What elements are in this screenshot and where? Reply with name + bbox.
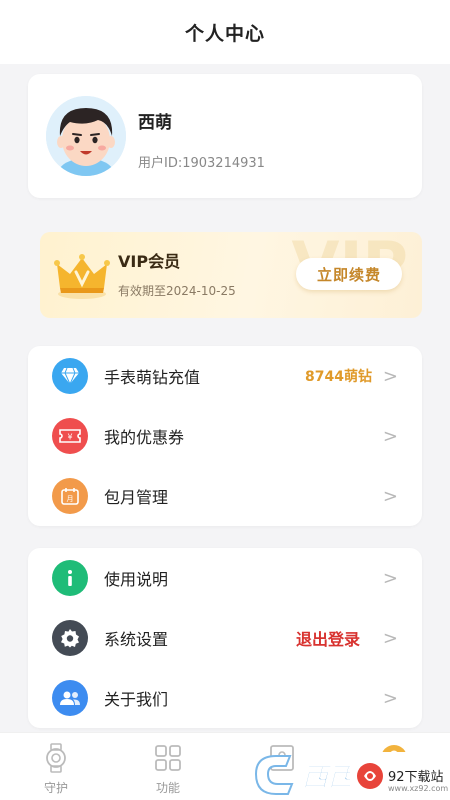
tab-label: 功能 (155, 781, 180, 795)
menu-item-recharge[interactable]: 手表萌钻充值 8744萌钻 > (28, 346, 422, 406)
svg-text:月: 月 (67, 495, 74, 503)
menu-item-label: 关于我们 (104, 690, 169, 709)
renew-button[interactable]: 立即续费 (296, 258, 402, 290)
menu-item-monthly[interactable]: 月 包月管理 > (28, 466, 422, 526)
menu-item-label: 包月管理 (104, 488, 169, 507)
menu-item-settings[interactable]: 系统设置 退出登录 > (28, 608, 422, 668)
coupon-icon: ¥ (52, 418, 88, 454)
menu-item-label: 系统设置 (104, 630, 169, 649)
user-id: 用户ID:1903214931 (138, 156, 265, 171)
calendar-icon: 月 (52, 478, 88, 514)
profile-card[interactable] (28, 74, 422, 198)
tab-label: 守护 (43, 781, 68, 795)
diamond-icon (52, 358, 88, 394)
wallet-menu-card: 手表萌钻充值 8744萌钻 > ¥ 我的优惠券 > 月 包月管理 > (28, 346, 422, 526)
chevron-right-icon: > (382, 627, 398, 649)
logout-button[interactable]: 退出登录 (296, 626, 360, 650)
boy-avatar-icon[interactable] (46, 96, 126, 176)
gear-icon (52, 620, 88, 656)
watermark-badge: 92下载站 www.xz92.com (350, 752, 450, 800)
watermark-site-title: 92下载站 (388, 770, 444, 785)
page-title: 个人中心 (184, 22, 265, 45)
vip-card[interactable]: VIP VIP会员 有效期至2024-10-25 立即续费 (40, 232, 422, 318)
menu-item-label: 我的优惠券 (104, 428, 185, 447)
chevron-right-icon: > (382, 687, 398, 709)
profile-name: 西萌 (138, 113, 172, 133)
chevron-right-icon: > (382, 425, 398, 447)
menu-item-label: 手表萌钻充值 (104, 368, 201, 387)
watch-icon (46, 743, 66, 773)
vip-expiry: 有效期至2024-10-25 (118, 284, 236, 298)
info-icon (52, 560, 88, 596)
chevron-right-icon: > (382, 365, 398, 387)
diamond-balance: 8744萌钻 (305, 369, 372, 385)
tab-guard[interactable]: 守护 (16, 739, 96, 799)
menu-item-about[interactable]: 关于我们 > (28, 668, 422, 728)
chevron-right-icon: > (382, 485, 398, 507)
vip-title: VIP会员 (118, 252, 181, 271)
users-icon (52, 680, 88, 716)
chevron-right-icon: > (382, 567, 398, 589)
menu-item-coupons[interactable]: ¥ 我的优惠券 > (28, 406, 422, 466)
crown-icon (54, 254, 110, 299)
top-header: 个人中心 (0, 0, 450, 64)
download-site-icon (357, 763, 383, 789)
menu-item-label: 使用说明 (104, 570, 169, 589)
settings-menu-card: 使用说明 > 系统设置 退出登录 > 关于我们 > (28, 548, 422, 728)
grid-icon (155, 745, 181, 771)
tab-functions[interactable]: 功能 (128, 739, 208, 799)
menu-item-instructions[interactable]: 使用说明 > (28, 548, 422, 608)
watermark-site-url: www.xz92.com (388, 784, 449, 793)
svg-text:¥: ¥ (67, 433, 72, 442)
